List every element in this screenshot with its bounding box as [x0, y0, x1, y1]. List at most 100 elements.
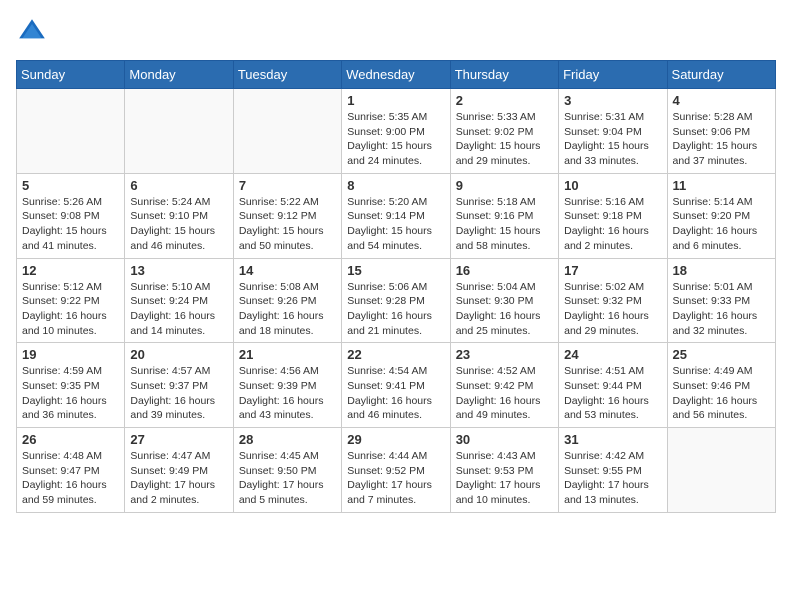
calendar-day-cell: 26 Sunrise: 4:48 AM Sunset: 9:47 PM Dayli… — [17, 428, 125, 513]
day-info: Sunrise: 4:56 AM Sunset: 9:39 PM Dayligh… — [239, 364, 336, 423]
day-number: 12 — [22, 263, 119, 278]
day-info: Sunrise: 4:42 AM Sunset: 9:55 PM Dayligh… — [564, 449, 661, 508]
day-number: 21 — [239, 347, 336, 362]
day-info: Sunrise: 5:02 AM Sunset: 9:32 PM Dayligh… — [564, 280, 661, 339]
day-number: 27 — [130, 432, 227, 447]
day-number: 17 — [564, 263, 661, 278]
day-number: 11 — [673, 178, 770, 193]
day-info: Sunrise: 5:18 AM Sunset: 9:16 PM Dayligh… — [456, 195, 553, 254]
calendar-day-cell — [17, 89, 125, 174]
calendar-day-cell: 2 Sunrise: 5:33 AM Sunset: 9:02 PM Daylig… — [450, 89, 558, 174]
calendar-table: SundayMondayTuesdayWednesdayThursdayFrid… — [16, 60, 776, 513]
day-info: Sunrise: 4:49 AM Sunset: 9:46 PM Dayligh… — [673, 364, 770, 423]
day-number: 24 — [564, 347, 661, 362]
day-info: Sunrise: 5:35 AM Sunset: 9:00 PM Dayligh… — [347, 110, 444, 169]
calendar-day-cell: 25 Sunrise: 4:49 AM Sunset: 9:46 PM Dayli… — [667, 343, 775, 428]
day-number: 6 — [130, 178, 227, 193]
day-info: Sunrise: 5:12 AM Sunset: 9:22 PM Dayligh… — [22, 280, 119, 339]
calendar-day-cell: 24 Sunrise: 4:51 AM Sunset: 9:44 PM Dayli… — [559, 343, 667, 428]
day-number: 10 — [564, 178, 661, 193]
calendar-day-cell: 14 Sunrise: 5:08 AM Sunset: 9:26 PM Dayli… — [233, 258, 341, 343]
day-number: 31 — [564, 432, 661, 447]
day-info: Sunrise: 5:22 AM Sunset: 9:12 PM Dayligh… — [239, 195, 336, 254]
page-header — [16, 16, 776, 48]
calendar-day-cell: 19 Sunrise: 4:59 AM Sunset: 9:35 PM Dayli… — [17, 343, 125, 428]
day-of-week-header: Sunday — [17, 61, 125, 89]
day-info: Sunrise: 5:14 AM Sunset: 9:20 PM Dayligh… — [673, 195, 770, 254]
day-info: Sunrise: 5:20 AM Sunset: 9:14 PM Dayligh… — [347, 195, 444, 254]
calendar-day-cell: 11 Sunrise: 5:14 AM Sunset: 9:20 PM Dayli… — [667, 173, 775, 258]
day-info: Sunrise: 5:16 AM Sunset: 9:18 PM Dayligh… — [564, 195, 661, 254]
day-number: 30 — [456, 432, 553, 447]
day-info: Sunrise: 4:45 AM Sunset: 9:50 PM Dayligh… — [239, 449, 336, 508]
calendar-week-row: 1 Sunrise: 5:35 AM Sunset: 9:00 PM Daylig… — [17, 89, 776, 174]
day-info: Sunrise: 5:01 AM Sunset: 9:33 PM Dayligh… — [673, 280, 770, 339]
day-of-week-header: Saturday — [667, 61, 775, 89]
day-number: 26 — [22, 432, 119, 447]
calendar-day-cell: 12 Sunrise: 5:12 AM Sunset: 9:22 PM Dayli… — [17, 258, 125, 343]
calendar-week-row: 26 Sunrise: 4:48 AM Sunset: 9:47 PM Dayli… — [17, 428, 776, 513]
calendar-day-cell: 17 Sunrise: 5:02 AM Sunset: 9:32 PM Dayli… — [559, 258, 667, 343]
day-number: 9 — [456, 178, 553, 193]
day-info: Sunrise: 4:51 AM Sunset: 9:44 PM Dayligh… — [564, 364, 661, 423]
day-of-week-header: Thursday — [450, 61, 558, 89]
day-number: 5 — [22, 178, 119, 193]
calendar-day-cell — [125, 89, 233, 174]
day-info: Sunrise: 4:48 AM Sunset: 9:47 PM Dayligh… — [22, 449, 119, 508]
calendar-day-cell: 8 Sunrise: 5:20 AM Sunset: 9:14 PM Daylig… — [342, 173, 450, 258]
day-number: 13 — [130, 263, 227, 278]
day-info: Sunrise: 5:08 AM Sunset: 9:26 PM Dayligh… — [239, 280, 336, 339]
day-info: Sunrise: 5:24 AM Sunset: 9:10 PM Dayligh… — [130, 195, 227, 254]
day-number: 18 — [673, 263, 770, 278]
day-info: Sunrise: 5:04 AM Sunset: 9:30 PM Dayligh… — [456, 280, 553, 339]
calendar-day-cell: 20 Sunrise: 4:57 AM Sunset: 9:37 PM Dayli… — [125, 343, 233, 428]
day-info: Sunrise: 5:33 AM Sunset: 9:02 PM Dayligh… — [456, 110, 553, 169]
calendar-day-cell: 13Sunrise: 5:10 AM Sunset: 9:24 PM Dayli… — [125, 258, 233, 343]
logo-icon — [16, 16, 48, 48]
day-number: 19 — [22, 347, 119, 362]
calendar-day-cell: 15 Sunrise: 5:06 AM Sunset: 9:28 PM Dayli… — [342, 258, 450, 343]
logo — [16, 16, 54, 48]
calendar-week-row: 5 Sunrise: 5:26 AM Sunset: 9:08 PM Daylig… — [17, 173, 776, 258]
calendar-day-cell — [667, 428, 775, 513]
calendar-day-cell — [233, 89, 341, 174]
day-number: 23 — [456, 347, 553, 362]
day-info: Sunrise: 5:26 AM Sunset: 9:08 PM Dayligh… — [22, 195, 119, 254]
day-number: 29 — [347, 432, 444, 447]
calendar-day-cell: 18 Sunrise: 5:01 AM Sunset: 9:33 PM Dayli… — [667, 258, 775, 343]
calendar-week-row: 12 Sunrise: 5:12 AM Sunset: 9:22 PM Dayli… — [17, 258, 776, 343]
day-number: 1 — [347, 93, 444, 108]
day-info: Sunrise: 4:57 AM Sunset: 9:37 PM Dayligh… — [130, 364, 227, 423]
day-info: Sunrise: 4:43 AM Sunset: 9:53 PM Dayligh… — [456, 449, 553, 508]
day-info: Sunrise: 4:59 AM Sunset: 9:35 PM Dayligh… — [22, 364, 119, 423]
day-info: Sunrise: 4:47 AM Sunset: 9:49 PM Dayligh… — [130, 449, 227, 508]
day-info: Sunrise: 5:28 AM Sunset: 9:06 PM Dayligh… — [673, 110, 770, 169]
calendar-day-cell: 21 Sunrise: 4:56 AM Sunset: 9:39 PM Dayli… — [233, 343, 341, 428]
calendar-day-cell: 30 Sunrise: 4:43 AM Sunset: 9:53 PM Dayli… — [450, 428, 558, 513]
calendar-day-cell: 27 Sunrise: 4:47 AM Sunset: 9:49 PM Dayli… — [125, 428, 233, 513]
day-info: Sunrise: 5:06 AM Sunset: 9:28 PM Dayligh… — [347, 280, 444, 339]
day-number: 20 — [130, 347, 227, 362]
calendar-day-cell: 31 Sunrise: 4:42 AM Sunset: 9:55 PM Dayli… — [559, 428, 667, 513]
day-info: Sunrise: 4:54 AM Sunset: 9:41 PM Dayligh… — [347, 364, 444, 423]
day-number: 8 — [347, 178, 444, 193]
calendar-day-cell: 28 Sunrise: 4:45 AM Sunset: 9:50 PM Dayli… — [233, 428, 341, 513]
day-number: 25 — [673, 347, 770, 362]
calendar-day-cell: 9 Sunrise: 5:18 AM Sunset: 9:16 PM Daylig… — [450, 173, 558, 258]
calendar-day-cell: 10 Sunrise: 5:16 AM Sunset: 9:18 PM Dayli… — [559, 173, 667, 258]
day-number: 22 — [347, 347, 444, 362]
calendar-day-cell: 3Sunrise: 5:31 AM Sunset: 9:04 PM Daylig… — [559, 89, 667, 174]
day-number: 15 — [347, 263, 444, 278]
day-number: 16 — [456, 263, 553, 278]
calendar-day-cell: 1 Sunrise: 5:35 AM Sunset: 9:00 PM Daylig… — [342, 89, 450, 174]
day-info: Sunrise: 4:44 AM Sunset: 9:52 PM Dayligh… — [347, 449, 444, 508]
day-of-week-header: Wednesday — [342, 61, 450, 89]
calendar-week-row: 19 Sunrise: 4:59 AM Sunset: 9:35 PM Dayli… — [17, 343, 776, 428]
day-number: 28 — [239, 432, 336, 447]
day-number: 14 — [239, 263, 336, 278]
calendar-day-cell: 5 Sunrise: 5:26 AM Sunset: 9:08 PM Daylig… — [17, 173, 125, 258]
day-info: Sunrise: 5:31 AM Sunset: 9:04 PM Dayligh… — [564, 110, 661, 169]
day-number: 2 — [456, 93, 553, 108]
calendar-header-row: SundayMondayTuesdayWednesdayThursdayFrid… — [17, 61, 776, 89]
day-of-week-header: Tuesday — [233, 61, 341, 89]
